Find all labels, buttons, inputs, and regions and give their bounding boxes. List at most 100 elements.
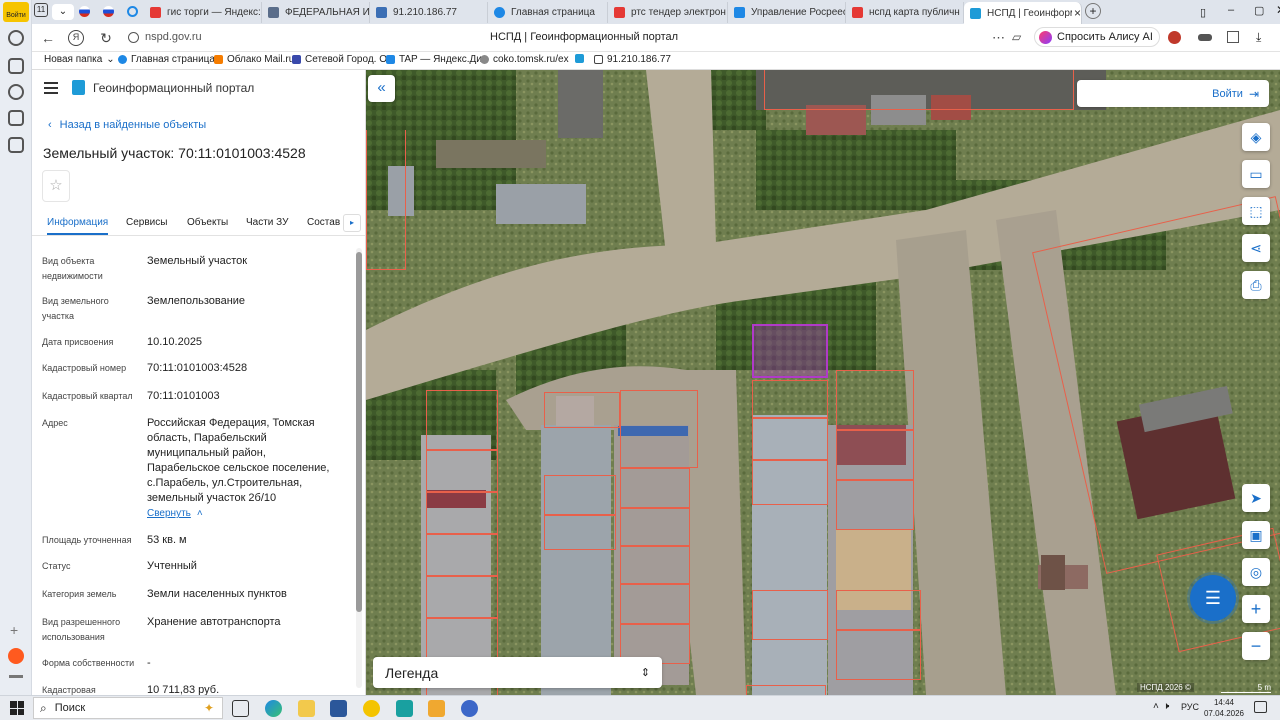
cadastral-plot[interactable]: [752, 380, 828, 418]
tab-parts[interactable]: Части ЗУ: [246, 217, 288, 228]
cadastral-plot[interactable]: [836, 370, 914, 430]
map-view[interactable]: НСПД 2026 © 5 m: [366, 70, 1280, 695]
pinned-tab-flag-icon[interactable]: [103, 6, 114, 17]
play-icon[interactable]: [8, 84, 24, 100]
cadastral-plot[interactable]: [764, 70, 1074, 110]
site-info-icon[interactable]: [128, 32, 139, 43]
scrollbar-thumb[interactable]: [356, 252, 362, 612]
yandex-icon[interactable]: Я: [68, 30, 84, 46]
file-explorer-icon[interactable]: [298, 700, 315, 717]
back-arrow-icon[interactable]: ←: [40, 30, 56, 46]
alice-button[interactable]: Спросить Алису AI: [1034, 27, 1160, 47]
extension-icon[interactable]: [1168, 31, 1181, 44]
print-icon[interactable]: ⎙: [1242, 271, 1270, 299]
layers-icon[interactable]: ◈: [1242, 123, 1270, 151]
chat-support-button[interactable]: ☰: [1190, 575, 1236, 621]
app-icon[interactable]: [428, 700, 445, 717]
cadastral-plot[interactable]: [836, 630, 921, 680]
cadastral-plot[interactable]: [620, 546, 690, 584]
app-icon[interactable]: [461, 700, 478, 717]
reload-icon[interactable]: ↻: [98, 30, 114, 46]
cadastral-plot[interactable]: [836, 480, 914, 530]
cadastral-plot[interactable]: [544, 475, 616, 515]
language-indicator[interactable]: РУС: [1181, 702, 1199, 712]
tab-services[interactable]: Сервисы: [126, 217, 167, 228]
zoom-out-button[interactable]: −: [1242, 632, 1270, 660]
minimize-icon[interactable]: –: [1228, 4, 1234, 16]
bookmark-item[interactable]: Облако Mail.ru: [214, 54, 294, 65]
tab[interactable]: Главная страница: [488, 2, 608, 23]
add-panel-icon[interactable]: +: [10, 622, 18, 638]
cadastral-plot[interactable]: [752, 460, 828, 505]
cadastral-plot[interactable]: [426, 534, 498, 576]
start-windows-icon[interactable]: [10, 701, 24, 715]
yandex-browser-icon[interactable]: [363, 700, 380, 717]
favorite-star-icon[interactable]: ☆: [42, 170, 70, 202]
select-area-icon[interactable]: ⬚: [1242, 197, 1270, 225]
cadastral-plot[interactable]: [544, 392, 620, 428]
bookmark-item[interactable]: TAP — Яндекс.Ди: [386, 54, 482, 65]
cadastral-plot[interactable]: [620, 390, 698, 468]
tab[interactable]: ФЕДЕРАЛЬНАЯ ИНФ: [262, 2, 370, 23]
cadastral-plot[interactable]: [752, 590, 828, 640]
cadastral-plot[interactable]: [836, 430, 914, 480]
extension-icon[interactable]: [1227, 31, 1239, 43]
tray-chevron-up-icon[interactable]: ˄: [1153, 701, 1159, 712]
cadastral-plot[interactable]: [426, 576, 498, 618]
bookmark-item[interactable]: Сетевой Город. О: [292, 54, 387, 65]
collapse-panel-icon[interactable]: «: [368, 75, 395, 102]
zoom-in-button[interactable]: +: [1242, 595, 1270, 623]
tabs-menu-chevron-icon[interactable]: ⌄: [52, 4, 74, 20]
tab-objects[interactable]: Объекты: [187, 217, 228, 228]
cadastral-plot[interactable]: [366, 130, 406, 270]
maximize-icon[interactable]: ▢: [1254, 4, 1264, 17]
url-field[interactable]: nspd.gov.ru: [145, 31, 202, 43]
share-icon[interactable]: ⋖: [1242, 234, 1270, 262]
word-icon[interactable]: [330, 700, 347, 717]
minimap-icon[interactable]: ▣: [1242, 521, 1270, 549]
cadastral-plot[interactable]: [746, 685, 826, 695]
collapse-sidebar-icon[interactable]: [9, 675, 23, 678]
bookmark-item[interactable]: 91.210.186.77: [594, 54, 671, 65]
cadastral-plot[interactable]: [426, 450, 498, 492]
profile-login-button[interactable]: Войти: [3, 2, 29, 22]
tab-composition[interactable]: Состав: [307, 217, 343, 228]
cadastral-plot[interactable]: [620, 584, 690, 624]
cadastral-plot[interactable]: [836, 590, 921, 630]
panel-scrollbar[interactable]: [356, 248, 362, 688]
history-icon[interactable]: [8, 30, 24, 46]
back-to-results-link[interactable]: ‹ Назад в найденные объекты: [48, 119, 206, 131]
tab-counter[interactable]: 11: [34, 3, 48, 17]
tab[interactable]: ртс тендер электрон: [608, 2, 728, 23]
notifications-icon[interactable]: [1254, 701, 1267, 713]
cadastral-plot[interactable]: [426, 390, 498, 450]
downloads-icon[interactable]: ⤓: [1256, 30, 1261, 45]
taskbar-search[interactable]: ⌕ Поиск ✦: [33, 697, 223, 719]
geolocation-icon[interactable]: ◎: [1242, 558, 1270, 586]
bookmark-folder[interactable]: Новая папка ⌄: [44, 54, 115, 65]
close-window-icon[interactable]: ✕: [1276, 3, 1280, 17]
tab[interactable]: гис торги — Яндекс:н: [144, 2, 262, 23]
tab-active[interactable]: НСПД | Геоинформ ×: [964, 2, 1082, 24]
clock[interactable]: 14:44 07.04.2026: [1202, 697, 1246, 719]
app-icon[interactable]: [396, 700, 413, 717]
tab[interactable]: Управление Росреес: [728, 2, 846, 23]
ruler-icon[interactable]: ▭: [1242, 160, 1270, 188]
alice-icon[interactable]: [8, 648, 24, 664]
bookmark-item[interactable]: [575, 54, 588, 63]
hamburger-menu-icon[interactable]: [44, 82, 58, 94]
map-login-button[interactable]: Войти ⇥: [1077, 80, 1269, 107]
volume-icon[interactable]: 🕨: [1163, 701, 1169, 712]
screenshot-icon[interactable]: [8, 137, 24, 153]
tab-information[interactable]: Информация: [47, 217, 109, 235]
bookmark-icon[interactable]: ▱: [1012, 30, 1021, 44]
tab[interactable]: 91.210.186.77: [370, 2, 488, 23]
more-menu-icon[interactable]: ⋯: [992, 30, 1005, 46]
extension-icon[interactable]: [1198, 34, 1212, 41]
cadastral-plot[interactable]: [620, 468, 690, 508]
bookmark-item[interactable]: Главная страница: [118, 54, 215, 65]
tabs-scroll-right-icon[interactable]: ▸: [343, 214, 361, 232]
collapse-address-link[interactable]: Свернуть ˄: [147, 508, 203, 519]
cadastral-plot[interactable]: [544, 515, 616, 550]
cadastral-plot[interactable]: [620, 508, 690, 546]
